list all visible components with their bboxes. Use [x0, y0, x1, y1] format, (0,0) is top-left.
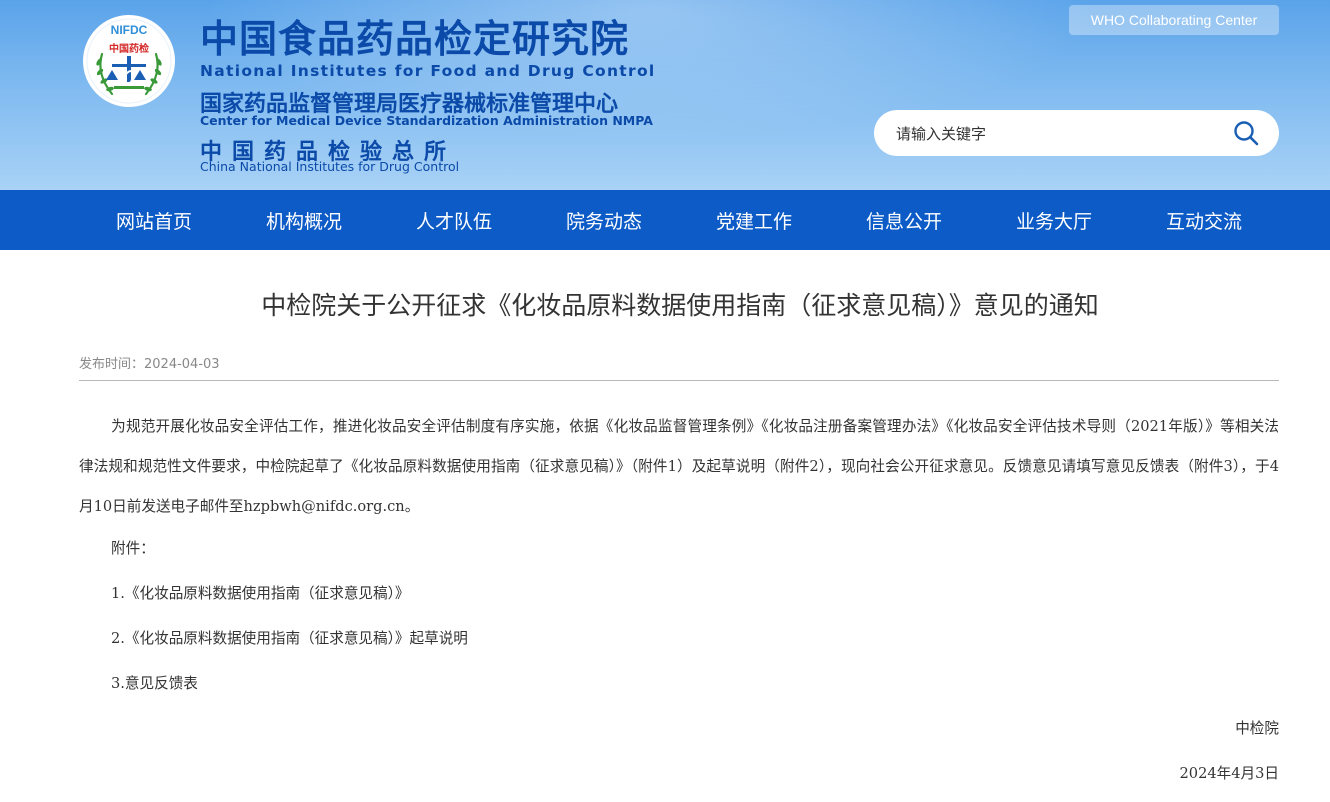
article-paragraph-text: 为规范开展化妆品安全评估工作，推进化妆品安全评估制度有序实施，依据《化妆品监督管… [79, 418, 1279, 515]
article-title: 中检院关于公开征求《化妆品原料数据使用指南（征求意见稿）》意见的通知 [261, 291, 1099, 320]
nav-item-interaction[interactable]: 互动交流 [1129, 190, 1279, 250]
nav-item-disclosure[interactable]: 信息公开 [829, 190, 979, 250]
nav-item-party[interactable]: 党建工作 [679, 190, 829, 250]
nifdc-logo[interactable]: NIFDC 中国药检 [82, 14, 176, 108]
publish-date: 2024-04-03 [144, 357, 220, 372]
attachment-link-2[interactable]: 2.《化妆品原料数据使用指南（征求意见稿）》起草说明 [111, 627, 468, 648]
nav-item-news[interactable]: 院务动态 [529, 190, 679, 250]
site-subtitle-en-1: Center for Medical Device Standardizatio… [200, 113, 653, 128]
publish-date-label: 发布时间： [79, 357, 145, 372]
nav-item-home[interactable]: 网站首页 [79, 190, 229, 250]
publish-meta: 发布时间：2024-04-03 [79, 353, 220, 372]
attachment-link-3[interactable]: 3.意见反馈表 [111, 672, 198, 693]
search-icon[interactable] [1233, 120, 1259, 146]
divider [79, 380, 1279, 381]
logo-text-cn: 中国药检 [109, 42, 149, 55]
site-header: NIFDC 中国药检 中国食品药品检定研究院 National Institut… [0, 0, 1330, 190]
search-input[interactable] [894, 110, 1228, 158]
nav-item-about[interactable]: 机构概况 [229, 190, 379, 250]
logo-text-nifdc: NIFDC [111, 23, 148, 37]
site-title-en: National Institutes for Food and Drug Co… [200, 62, 656, 80]
nav-item-services[interactable]: 业务大厅 [979, 190, 1129, 250]
attachments-label: 附件： [111, 540, 155, 557]
main-nav: 网站首页 机构概况 人才队伍 院务动态 党建工作 信息公开 业务大厅 互动交流 [0, 190, 1330, 250]
signature: 中检院 [1235, 720, 1279, 737]
who-collaborating-center-button[interactable]: WHO Collaborating Center [1069, 5, 1279, 35]
site-subtitle-en-2: China National Institutes for Drug Contr… [200, 159, 460, 174]
site-title-cn[interactable]: 中国食品药品检定研究院 [200, 18, 629, 60]
search-box [874, 110, 1279, 158]
article-paragraph: 为规范开展化妆品安全评估工作，推进化妆品安全评估制度有序实施，依据《化妆品监督管… [79, 407, 1279, 527]
signature-date: 2024年4月3日 [1179, 765, 1280, 782]
nav-item-talent[interactable]: 人才队伍 [379, 190, 529, 250]
attachment-link-1[interactable]: 1.《化妆品原料数据使用指南（征求意见稿）》 [111, 582, 410, 603]
